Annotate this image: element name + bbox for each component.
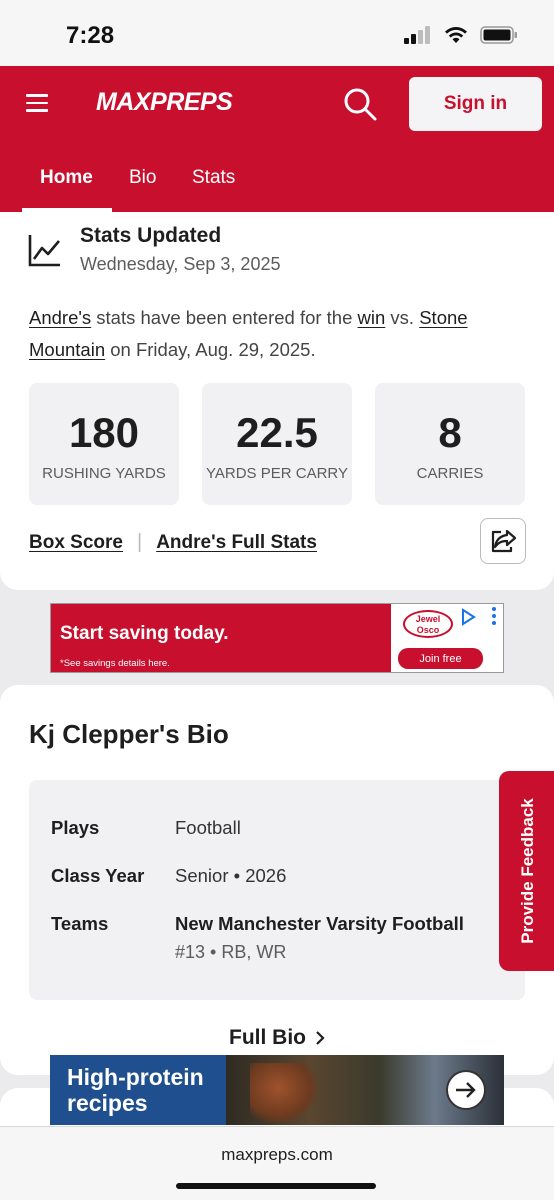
full-bio-link[interactable]: Full Bio — [229, 1026, 326, 1050]
status-bar: 7:28 — [0, 0, 554, 66]
stat-label: CARRIES — [416, 465, 484, 482]
tab-stats[interactable]: Stats — [192, 167, 235, 189]
ad-headline: Start saving today. — [60, 623, 229, 644]
bio-details: Plays Football Class Year Senior • 2026 … — [29, 780, 525, 1000]
text-segment: stats have been entered for the — [91, 307, 358, 328]
share-button[interactable] — [480, 518, 526, 564]
ad-choices-icon[interactable] — [459, 608, 477, 626]
tab-bio[interactable]: Bio — [129, 167, 156, 189]
teams-label: Teams — [51, 913, 109, 934]
wifi-icon — [445, 27, 467, 43]
status-icons — [404, 26, 518, 44]
bio-card: Kj Clepper's Bio Plays Football Class Ye… — [0, 685, 554, 1075]
stat-yards-per-carry: 22.5 YARDS PER CARRY — [202, 383, 352, 505]
jewel-osco-logo: Jewel Osco — [403, 610, 453, 638]
text-segment: on Friday, Aug. 29, 2025. — [105, 339, 316, 360]
provide-feedback-button[interactable]: Provide Feedback — [499, 771, 554, 971]
home-indicator — [176, 1183, 376, 1189]
ad2-line-1: High-protein — [67, 1064, 204, 1090]
stat-rushing-yards: 180 RUSHING YARDS — [29, 383, 179, 505]
class-year-value: Senior • 2026 — [175, 865, 287, 886]
maxpreps-logo[interactable]: MAXPREPS — [96, 88, 233, 117]
advertisement-banner-2[interactable]: High-protein recipes — [50, 1055, 504, 1125]
player-link[interactable]: Andre's — [29, 307, 91, 328]
url-text[interactable]: maxpreps.com — [0, 1145, 554, 1165]
stats-updated-card: Stats Updated Wednesday, Sep 3, 2025 And… — [0, 212, 554, 590]
stat-value: 8 — [438, 409, 462, 456]
feedback-label: Provide Feedback — [518, 798, 537, 944]
advertisement-banner[interactable]: Start saving today. *See savings details… — [50, 603, 504, 673]
hamburger-menu-icon[interactable] — [26, 94, 48, 112]
battery-icon — [480, 26, 517, 44]
ad-brand-panel: Jewel Osco Join free — [391, 604, 503, 672]
signal-icon — [404, 26, 430, 44]
text-segment: vs. — [385, 307, 420, 328]
plays-label: Plays — [51, 817, 100, 838]
stat-carries: 8 CARRIES — [375, 383, 525, 505]
jersey-positions: #13 • RB, WR — [175, 942, 287, 962]
arrow-right-icon[interactable] — [446, 1070, 486, 1110]
browser-url-bar: maxpreps.com — [0, 1126, 554, 1200]
stat-value: 180 — [68, 409, 140, 456]
team-link[interactable]: New Manchester Varsity Football — [175, 913, 464, 935]
stat-label: RUSHING YARDS — [42, 465, 166, 482]
dog-image — [250, 1063, 320, 1125]
stat-value: 22.5 — [236, 409, 318, 456]
full-bio-label: Full Bio — [229, 1026, 306, 1049]
trend-chart-icon — [28, 235, 60, 267]
search-icon[interactable] — [342, 86, 378, 122]
tab-home[interactable]: Home — [40, 167, 93, 189]
ad2-line-2: recipes — [67, 1090, 148, 1116]
join-free-button[interactable]: Join free — [398, 648, 483, 669]
share-icon — [491, 529, 517, 553]
bio-title: Kj Clepper's Bio — [29, 719, 229, 749]
link-separator: | — [136, 531, 143, 553]
full-stats-link[interactable]: Andre's Full Stats — [156, 532, 317, 554]
ad2-headline: High-protein recipes — [67, 1064, 204, 1116]
plays-value: Football — [175, 817, 241, 838]
stats-updated-text: Andre's stats have been entered for the … — [29, 302, 529, 366]
game-result-link[interactable]: win — [358, 307, 386, 328]
ad-note: *See savings details here. — [60, 658, 170, 669]
box-score-link[interactable]: Box Score — [29, 532, 123, 554]
profile-tabs: Home Bio Stats — [0, 142, 554, 212]
sign-in-button[interactable]: Sign in — [409, 77, 542, 131]
chevron-right-icon — [316, 1031, 325, 1045]
ad-menu-icon[interactable] — [492, 607, 498, 628]
stats-updated-date: Wednesday, Sep 3, 2025 — [80, 254, 281, 274]
stats-updated-title: Stats Updated — [80, 224, 222, 247]
status-time: 7:28 — [66, 22, 115, 49]
stats-links: Box Score | Andre's Full Stats — [29, 531, 317, 554]
site-header: MAXPREPS Sign in — [0, 66, 554, 142]
stat-label: YARDS PER CARRY — [206, 465, 348, 482]
class-year-label: Class Year — [51, 865, 145, 886]
